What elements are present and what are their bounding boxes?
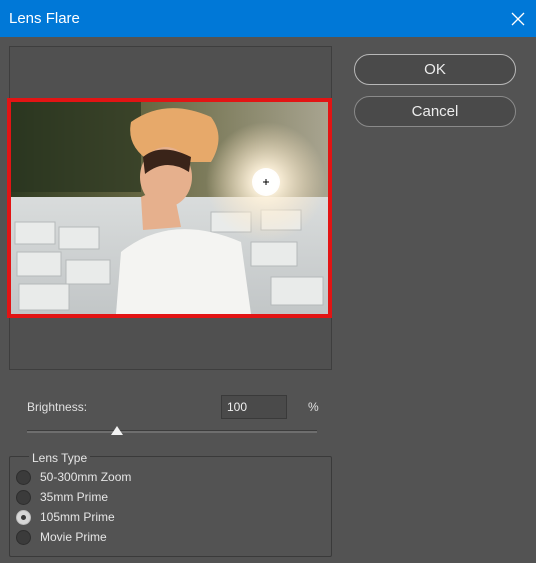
radio-label: 105mm Prime — [40, 510, 115, 524]
radio-label: 50-300mm Zoom — [40, 470, 132, 484]
flare-preview-image[interactable] — [7, 98, 332, 318]
radio-50-300mm-zoom[interactable]: 50-300mm Zoom — [16, 468, 131, 486]
percent-unit: % — [308, 400, 319, 414]
radio-button[interactable] — [16, 529, 31, 545]
radio-movie-prime[interactable]: Movie Prime — [16, 528, 107, 546]
close-icon — [511, 12, 525, 25]
cancel-button[interactable]: Cancel — [354, 96, 516, 127]
brightness-input[interactable]: 100 — [221, 395, 287, 419]
radio-button[interactable] — [16, 469, 31, 485]
radio-35mm-prime[interactable]: 35mm Prime — [16, 488, 108, 506]
close-button[interactable] — [500, 0, 536, 37]
radio-button-selected[interactable] — [16, 509, 31, 525]
ok-button[interactable]: OK — [354, 54, 516, 85]
radio-label: 35mm Prime — [40, 490, 109, 504]
brightness-slider-thumb[interactable] — [110, 426, 123, 435]
brightness-label: Brightness: — [27, 400, 88, 414]
title-bar: Lens Flare — [0, 0, 536, 37]
brightness-slider-track[interactable] — [27, 430, 317, 433]
radio-105mm-prime[interactable]: 105mm Prime — [16, 508, 115, 526]
lens-type-legend: Lens Type — [29, 451, 91, 465]
radio-label: Movie Prime — [40, 530, 107, 544]
radio-button[interactable] — [16, 489, 31, 505]
window-title: Lens Flare — [9, 10, 80, 27]
